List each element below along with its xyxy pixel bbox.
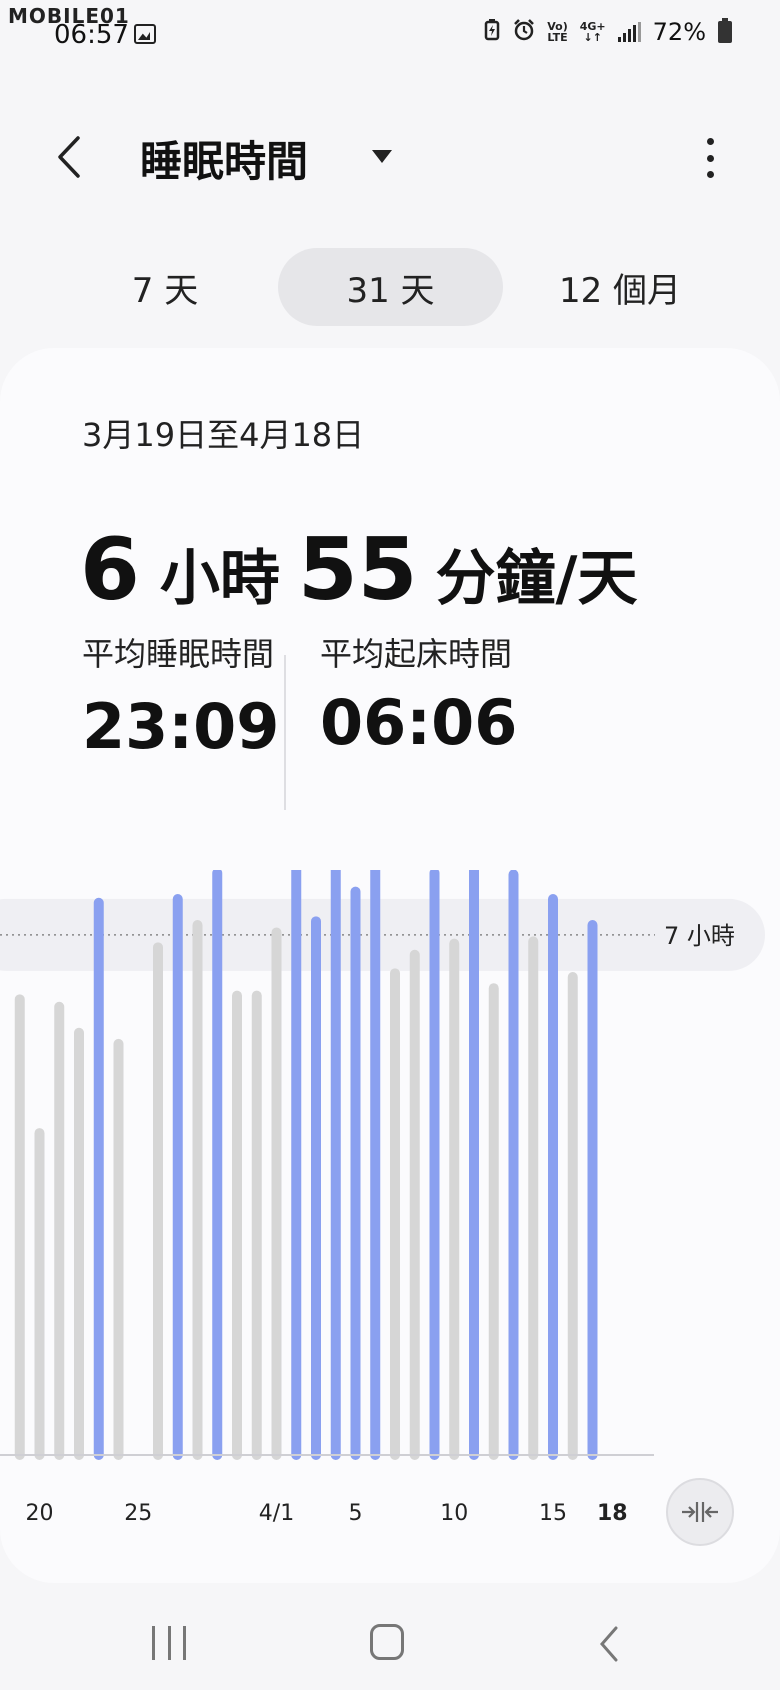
battery-saver-icon [483,19,501,45]
sleep-bar-4-6[interactable] [370,870,381,1460]
hours-unit: 小時 [159,544,280,614]
sleep-bar-4-11[interactable] [469,870,479,1460]
avg-wake-stat: 平均起床時間 06:06 [320,632,620,759]
battery-icon [718,18,732,43]
avg-bedtime-value: 23:09 [82,690,280,763]
triangle-down-icon[interactable] [372,150,392,163]
average-sleep-duration: 6 小時 55 分鐘 /天 [80,520,637,620]
status-time: 06:57 [54,20,129,50]
tab-12-months[interactable]: 12 個月 [530,248,710,326]
per-day-unit: /天 [555,544,638,614]
sleep-bar-3-24[interactable] [113,1038,124,1460]
goal-label: 7 小時 [664,922,735,950]
sleep-bar-3-30[interactable] [232,990,242,1460]
sleep-bar-4-8[interactable] [409,949,420,1460]
data-arrows-icon: ↓↑ [583,31,602,44]
sleep-bar-4-9[interactable] [429,870,440,1460]
volte-indicator: Vo) LTE [547,21,568,43]
avg-wake-value: 06:06 [320,686,518,759]
sleep-bar-3-22[interactable] [74,1027,84,1460]
sleep-bar-3-23[interactable] [93,897,104,1460]
battery-percent: 72% [652,18,706,46]
network-indicator: 4G+ ↓↑ [580,21,606,43]
tab-31-days[interactable]: 31 天 [278,248,503,326]
home-icon[interactable] [370,1624,404,1660]
sleep-bar-3-19[interactable] [14,994,25,1460]
compress-chart-button[interactable] [666,1478,734,1546]
avg-bedtime-stat: 平均睡眠時間 23:09 [82,632,282,763]
x-tick-label: 18 [597,1501,628,1526]
compress-horizontal-icon [682,1502,718,1522]
back-icon[interactable] [594,1624,624,1664]
page-title[interactable]: 睡眠時間 [140,128,308,189]
avg-wake-label: 平均起床時間 [320,635,513,673]
volte-bottom: LTE [547,31,568,44]
date-range: 3月19日至4月18日 [82,416,365,454]
sleep-bar-4-3[interactable] [311,916,321,1460]
sleep-bar-4-10[interactable] [449,938,460,1460]
more-options-button[interactable] [695,138,725,178]
sleep-bar-3-27[interactable] [172,894,183,1460]
tab-7-days[interactable]: 7 天 [90,248,240,326]
gallery-notification-icon [134,24,156,44]
x-tick-label: 20 [26,1501,54,1526]
more-vertical-icon [706,138,714,145]
alarm-icon [513,19,535,45]
sleep-bar-3-26[interactable] [153,942,163,1460]
x-tick-label: 4/1 [259,1501,294,1526]
signal-icon [617,22,641,42]
sleep-bar-4-12[interactable] [488,983,499,1460]
avg-minutes: 55 [297,520,418,620]
back-button[interactable] [50,132,90,182]
x-tick-label: 15 [539,1501,567,1526]
chevron-left-icon [58,136,80,178]
sleep-bar-3-20[interactable] [34,1128,45,1460]
sleep-bar-3-21[interactable] [54,1001,65,1460]
x-tick-label: 25 [124,1501,152,1526]
sleep-bar-4-14[interactable] [528,936,539,1460]
avg-bedtime-label: 平均睡眠時間 [82,635,275,673]
sleep-bar-3-28[interactable] [192,920,203,1460]
sleep-bar-3-29[interactable] [212,870,223,1460]
avg-hours: 6 [80,520,140,620]
sleep-bar-4-1[interactable] [271,927,282,1460]
sleep-bar-4-13[interactable] [508,870,519,1460]
minutes-unit: 分鐘 [435,544,556,614]
x-tick-label: 5 [349,1501,363,1526]
stat-divider [284,655,286,810]
sleep-bar-4-2[interactable] [291,870,302,1460]
status-bar: MOBILE01 06:57 Vo) LTE 4G+ ↓↑ 72% [0,0,780,60]
sleep-bar-4-16[interactable] [567,972,578,1460]
status-icons: Vo) LTE 4G+ ↓↑ 72% [483,18,732,46]
recent-apps-icon[interactable] [152,1626,186,1660]
x-tick-label: 10 [440,1501,468,1526]
sleep-bar-4-7[interactable] [390,968,400,1460]
sleep-bar-chart[interactable]: 7 小時 20 25 4/1 5 10 15 18 [0,870,780,1530]
sleep-bar-3-31[interactable] [251,990,262,1460]
sleep-bar-4-5[interactable] [350,886,361,1460]
sleep-bar-4-17[interactable] [587,920,598,1460]
sleep-bar-4-15[interactable] [548,894,558,1460]
navigation-bar [0,1600,780,1690]
sleep-bar-4-4[interactable] [330,870,341,1460]
